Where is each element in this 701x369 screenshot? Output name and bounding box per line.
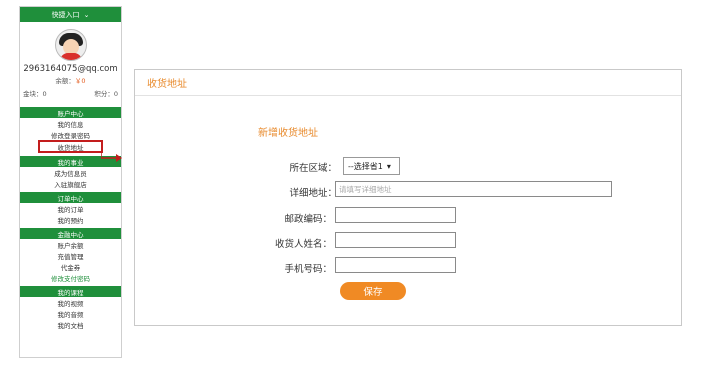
address-panel: 收货地址 新增收货地址 所在区域： --选择省1 ▾ 详细地址： 请填写详细地址… [134,69,682,326]
points-count: 积分：0 [94,90,118,98]
avatar-icon[interactable] [54,29,87,61]
form-title: 新增收货地址 [258,128,318,139]
section-account-header: 账户中心 [20,107,121,118]
stats-row: 金块：0 积分：0 [20,88,121,98]
dropdown-arrow-icon: ▾ [386,161,391,171]
address-placeholder: 请填写详细地址 [339,184,392,194]
region-select-value: --选择省1 [348,161,383,171]
sidebar-item-change-login-password[interactable]: 修改登录密码 [20,129,121,140]
section-orders-header: 订单中心 [20,192,121,203]
receiver-name-label: 收货人姓名： [274,239,332,250]
address-input[interactable]: 请填写详细地址 [335,181,612,197]
chevron-down-icon: ⌄ [83,10,90,19]
avatar-container [20,27,121,63]
sidebar-item-recharge-management[interactable]: 充值管理 [20,250,121,261]
receiver-name-input[interactable] [335,232,456,248]
section-finance-header: 金融中心 [20,228,121,239]
address-label: 详细地址： [289,188,337,199]
sidebar-item-my-info[interactable]: 我的信息 [20,118,121,129]
region-label: 所在区域： [289,163,337,174]
sidebar-item-join-flagship-store[interactable]: 入驻旗舰店 [20,178,121,189]
sidebar-item-shipping-address[interactable]: 收货地址 [38,140,103,153]
sidebar-item-change-payment-password[interactable]: 修改支付密码 [20,272,121,283]
user-email: 2963164075@qq.com [23,64,118,74]
zip-label: 邮政编码： [284,214,332,225]
region-select[interactable]: --选择省1 ▾ [343,157,400,175]
sidebar-item-my-documents[interactable]: 我的文档 [20,319,121,330]
zip-input[interactable] [335,207,456,223]
sidebar-item-my-videos[interactable]: 我的视频 [20,297,121,308]
sidebar: 快捷入口 ⌄ 2963164075@qq.com 余额：￥0 金块：0 积分：0… [19,6,122,358]
sidebar-item-vouchers[interactable]: 代金券 [20,261,121,272]
gold-count: 金块：0 [23,90,47,98]
sidebar-item-my-audio[interactable]: 我的音频 [20,308,121,319]
phone-input[interactable] [335,257,456,273]
balance-label: 余额： [55,77,75,85]
section-courses-header: 我的课程 [20,286,121,297]
quick-entry-button[interactable]: 快捷入口 ⌄ [20,7,121,22]
sidebar-item-my-orders[interactable]: 我的订单 [20,203,121,214]
balance-value: ￥0 [74,77,86,85]
phone-label: 手机号码： [284,264,332,275]
balance-row: 余额：￥0 [20,75,121,85]
sidebar-item-become-informant[interactable]: 成为信息员 [20,167,121,178]
sidebar-item-account-balance[interactable]: 账户余额 [20,239,121,250]
sidebar-item-my-appointments[interactable]: 我的预约 [20,214,121,225]
save-button[interactable]: 保存 [340,282,406,300]
panel-title: 收货地址 [135,70,681,96]
quick-entry-label: 快捷入口 [51,10,80,19]
arrow-right-icon [101,153,122,162]
